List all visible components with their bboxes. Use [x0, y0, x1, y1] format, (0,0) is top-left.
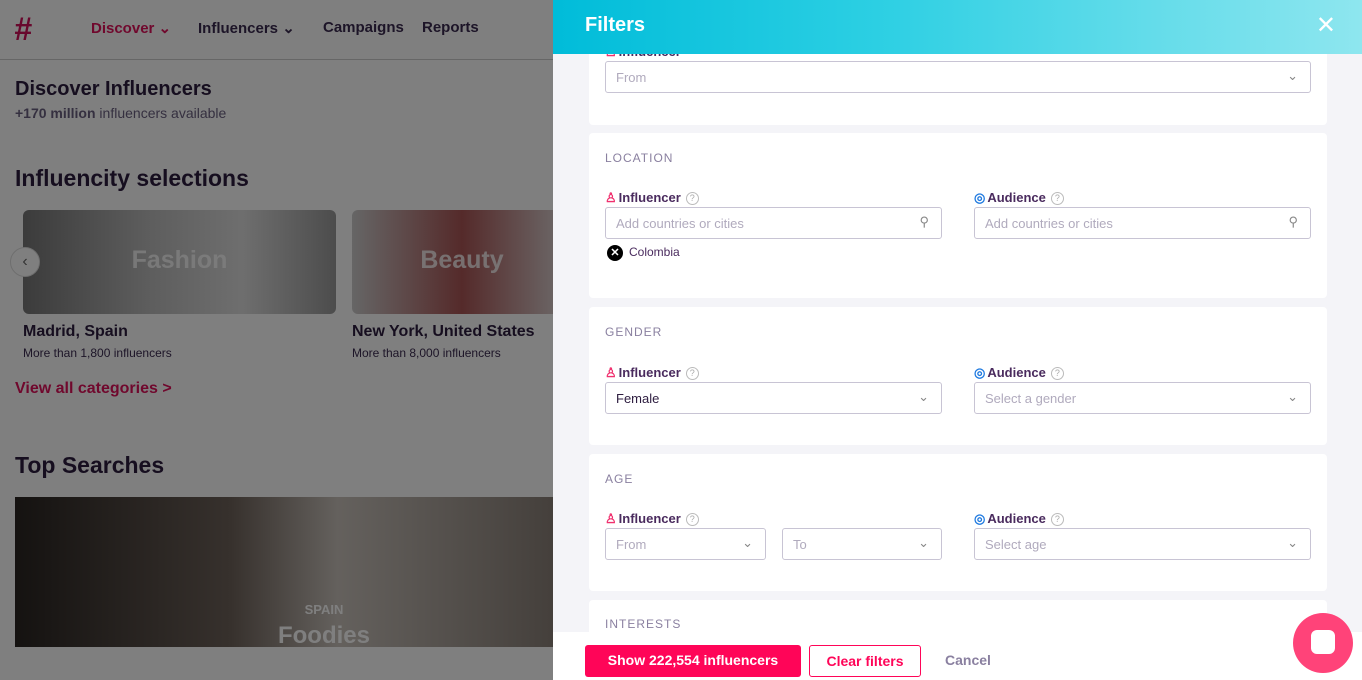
- from-select[interactable]: From ⌄: [605, 61, 1311, 93]
- help-icon[interactable]: ?: [1050, 367, 1064, 380]
- placeholder: Select age: [985, 537, 1047, 552]
- target-icon: ◎: [974, 511, 986, 526]
- label-text: Audience: [987, 365, 1046, 380]
- help-icon[interactable]: ?: [685, 192, 699, 205]
- filters-title: Filters: [585, 14, 646, 36]
- clear-filters-button[interactable]: Clear filters: [809, 645, 921, 677]
- section-title: INTERESTS: [605, 617, 682, 631]
- chevron-down-icon: ⌄: [1287, 68, 1298, 83]
- filter-card-location: LOCATION ♙ Influencer? ◎ Audience? Add cou…: [589, 133, 1327, 298]
- label-text: Influencer: [618, 365, 681, 380]
- show-influencers-button[interactable]: Show 222,554 influencers: [585, 645, 801, 677]
- placeholder: Add countries or cities: [616, 216, 744, 231]
- help-icon[interactable]: ?: [1050, 192, 1064, 205]
- remove-icon[interactable]: ✕: [607, 245, 623, 261]
- influencer-label: ♙ Influencer?: [605, 190, 699, 206]
- cancel-button[interactable]: Cancel: [933, 645, 1003, 677]
- filters-panel: Filters ✕ ♙Influencer From⌄ LOCATION ♙In…: [553, 0, 1362, 680]
- help-icon[interactable]: ?: [685, 513, 699, 526]
- label-text: Influencer: [618, 190, 681, 205]
- label-text: Influencer: [618, 511, 681, 526]
- audience-label: ◎ Audience?: [974, 190, 1064, 206]
- influencer-label: ♙ Influencer?: [605, 365, 699, 381]
- placeholder: From: [616, 537, 647, 552]
- chip-label: Colombia: [629, 245, 680, 259]
- help-icon[interactable]: ?: [1050, 513, 1064, 526]
- age-from-select[interactable]: From ⌄: [605, 528, 766, 560]
- section-title: LOCATION: [605, 151, 674, 165]
- audience-age-select[interactable]: Select age ⌄: [974, 528, 1311, 560]
- influencer-gender-select[interactable]: Female ⌄: [605, 382, 942, 414]
- age-to-select[interactable]: To ⌄: [782, 528, 942, 560]
- placeholder: Select a gender: [985, 391, 1077, 406]
- audience-gender-select[interactable]: Select a gender ⌄: [974, 382, 1311, 414]
- value: Female: [616, 391, 660, 406]
- section-title: AGE: [605, 472, 634, 486]
- chevron-down-icon: ⌄: [1287, 535, 1298, 550]
- help-icon[interactable]: ?: [685, 367, 699, 380]
- chat-button[interactable]: [1293, 613, 1353, 673]
- influencer-location-input[interactable]: Add countries or cities ⚲: [605, 207, 942, 239]
- label-text: Audience: [987, 190, 1046, 205]
- audience-label: ◎ Audience?: [974, 511, 1064, 527]
- chevron-down-icon: ⌄: [1287, 389, 1298, 404]
- chevron-down-icon: ⌄: [742, 535, 753, 550]
- user-icon: ♙: [605, 511, 617, 526]
- chat-icon: [1311, 630, 1335, 654]
- search-icon: ⚲: [1288, 214, 1298, 229]
- filters-header: Filters ✕: [553, 0, 1362, 54]
- user-icon: ♙: [605, 365, 617, 380]
- location-chip: ✕ Colombia: [607, 245, 680, 261]
- section-title: GENDER: [605, 325, 663, 339]
- audience-label: ◎ Audience?: [974, 365, 1064, 381]
- close-icon[interactable]: ✕: [1316, 11, 1336, 40]
- placeholder: To: [793, 537, 807, 552]
- placeholder: From: [616, 70, 647, 85]
- user-icon: ♙: [605, 190, 617, 205]
- filters-footer: Show 222,554 influencers Clear filters C…: [553, 632, 1362, 680]
- search-icon: ⚲: [919, 214, 929, 229]
- influencer-label: ♙ Influencer?: [605, 511, 699, 527]
- chevron-down-icon: ⌄: [918, 535, 929, 550]
- placeholder: Add countries or cities: [985, 216, 1113, 231]
- target-icon: ◎: [974, 190, 986, 205]
- filter-card-gender: GENDER ♙ Influencer? ◎ Audience? Female ⌄ S…: [589, 307, 1327, 445]
- chevron-down-icon: ⌄: [918, 389, 929, 404]
- modal-backdrop[interactable]: [0, 0, 553, 680]
- filter-card-age: AGE ♙ Influencer? ◎ Audience? From ⌄ To ⌄ Se…: [589, 454, 1327, 591]
- label-text: Audience: [987, 511, 1046, 526]
- target-icon: ◎: [974, 365, 986, 380]
- audience-location-input[interactable]: Add countries or cities ⚲: [974, 207, 1311, 239]
